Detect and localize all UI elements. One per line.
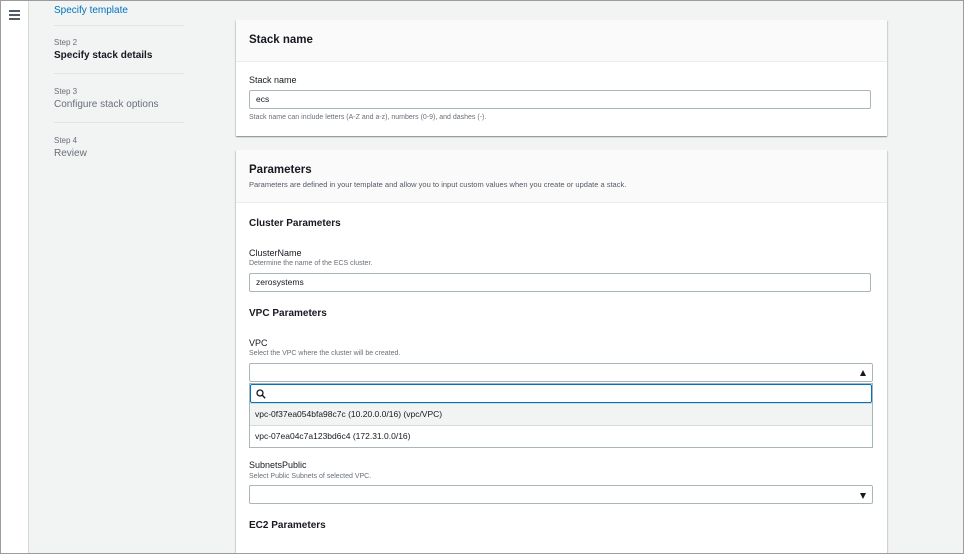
step-2: Step 2 Specify stack details <box>54 38 184 61</box>
hamburger-menu-icon[interactable] <box>9 10 20 20</box>
step-4-number: Step 4 <box>54 136 78 145</box>
panel-title: Parameters <box>249 164 312 176</box>
parameters-panel: Parameters Parameters are defined in you… <box>236 150 887 553</box>
panel-description: Parameters are defined in your template … <box>249 180 627 189</box>
step-3-title: Configure stack options <box>54 99 159 110</box>
cluster-name-label: ClusterName <box>249 248 302 258</box>
subnets-public-hint: Select Public Subnets of selected VPC. <box>249 473 372 480</box>
step-3: Step 3 Configure stack options <box>54 87 184 110</box>
stack-name-label: Stack name <box>249 75 297 85</box>
vpc-dropdown: vpc-0f37ea054bfa98c7c (10.20.0.0/16) (vp… <box>249 383 873 448</box>
step-divider <box>54 122 184 123</box>
step-1-title[interactable]: Specify template <box>54 5 184 16</box>
step-4-title: Review <box>54 148 87 159</box>
vpc-option[interactable]: vpc-07ea04c7a123bd6c4 (172.31.0.0/16) <box>250 426 872 447</box>
step-divider <box>54 25 184 26</box>
subnets-public-label: SubnetsPublic <box>249 460 307 470</box>
stack-name-panel-header: Stack name <box>236 20 887 62</box>
cluster-name-hint: Determine the name of the ECS cluster. <box>249 260 373 267</box>
step-divider <box>54 73 184 74</box>
step-4: Step 4 Review <box>54 136 184 159</box>
cluster-parameters-heading: Cluster Parameters <box>249 218 341 229</box>
ec2-parameters-heading: EC2 Parameters <box>249 520 326 531</box>
search-icon <box>256 389 266 399</box>
stack-name-hint: Stack name can include letters (A-Z and … <box>249 114 487 121</box>
vpc-option[interactable]: vpc-0f37ea054bfa98c7c (10.20.0.0/16) (vp… <box>250 403 872 426</box>
vpc-parameters-heading: VPC Parameters <box>249 308 327 319</box>
parameters-panel-header: Parameters Parameters are defined in you… <box>236 150 887 203</box>
vpc-label: VPC <box>249 338 268 348</box>
left-nav-bar <box>1 1 29 553</box>
step-1[interactable]: Specify template <box>54 2 184 16</box>
stack-name-input[interactable]: ecs <box>249 90 871 109</box>
step-3-number: Step 3 <box>54 87 78 96</box>
step-2-number: Step 2 <box>54 38 78 47</box>
vpc-search-input[interactable] <box>250 384 872 403</box>
subnets-public-select[interactable] <box>249 485 873 504</box>
stack-name-panel: Stack name Stack name ecs Stack name can… <box>236 20 887 136</box>
vpc-select[interactable] <box>249 363 873 382</box>
caret-down-icon <box>860 493 866 499</box>
caret-up-icon <box>860 370 866 376</box>
panel-title: Stack name <box>249 34 313 46</box>
vpc-hint: Select the VPC where the cluster will be… <box>249 350 401 357</box>
app-frame: Specify template Step 2 Specify stack de… <box>0 0 964 554</box>
step-2-title: Specify stack details <box>54 50 153 61</box>
cluster-name-input[interactable]: zerosystems <box>249 273 871 292</box>
